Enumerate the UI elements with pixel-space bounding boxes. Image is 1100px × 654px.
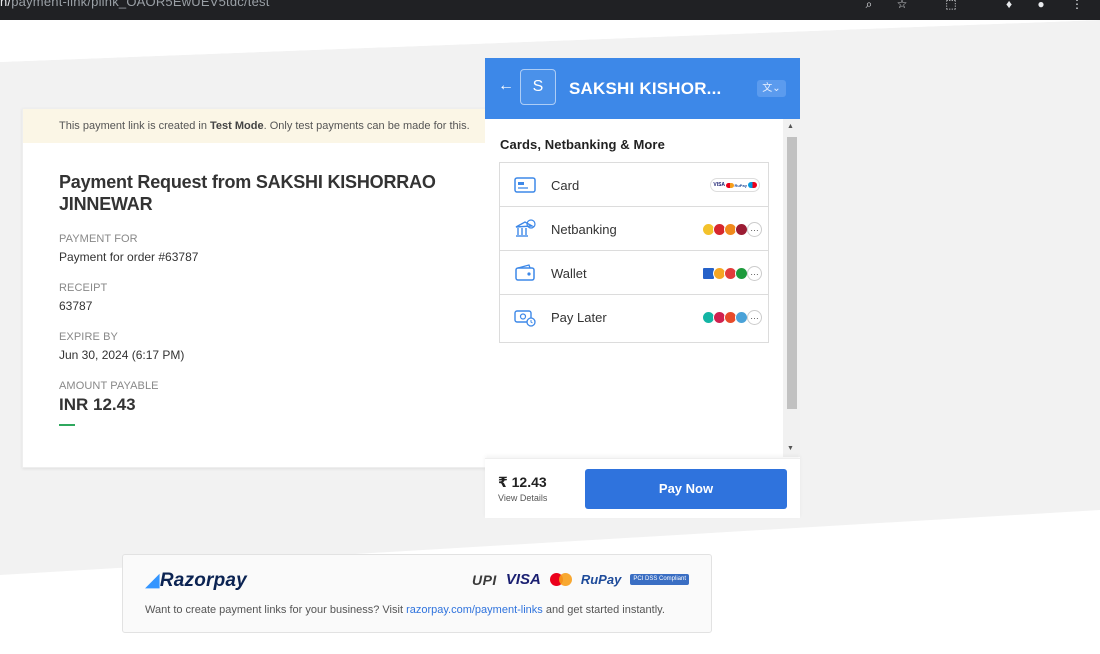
card-icon — [514, 177, 536, 193]
field-label: EXPIRE BY — [59, 331, 118, 343]
checkout-panel: ← S SAKSHI KISHOR... 文⌄ Cards, Netbankin… — [485, 58, 800, 518]
bank-icon — [515, 219, 536, 237]
rupay-icon: RuPay — [734, 182, 747, 188]
card-network-logos: VISA RuPay — [710, 178, 760, 192]
view-details-link[interactable]: View Details — [498, 493, 547, 503]
razorpay-wordmark: Razorpay — [159, 570, 247, 591]
field-label: RECEIPT — [59, 282, 108, 294]
scrollbar-thumb[interactable] — [787, 137, 797, 409]
visa-icon: VISA — [713, 182, 726, 188]
payment-methods-area: Cards, Netbanking & More Card VISA RuPay — [485, 119, 783, 457]
visa-logo: VISA — [505, 571, 541, 588]
more-icon: … — [747, 222, 762, 237]
razorpay-footer: ◢Razorpay UPI VISA RuPay PCI DSS Complia… — [122, 554, 712, 633]
search-icon[interactable]: ⌕ — [862, 0, 876, 10]
arrow-left-icon[interactable]: ← — [498, 77, 514, 95]
payment-brands: UPI VISA RuPay PCI DSS Compliant — [472, 571, 689, 588]
tagline-prefix: Want to create payment links for your bu… — [145, 604, 407, 616]
mastercard-icon — [725, 182, 734, 188]
method-card[interactable]: Card VISA RuPay — [500, 163, 768, 207]
method-label: Wallet — [551, 266, 587, 281]
merchant-logo: S — [520, 69, 556, 105]
pay-now-button[interactable]: Pay Now — [585, 469, 787, 509]
address-bar[interactable]: n/payment-link/plink_OAOR5EwUEV5tdc/test — [0, 0, 270, 9]
translate-icon[interactable]: 文⌄ — [757, 80, 786, 97]
checkout-footer: ₹ 12.43 View Details Pay Now — [485, 458, 800, 518]
field-expire-by: EXPIRE BY Jun 30, 2024 (6:17 PM) — [59, 331, 491, 362]
field-receipt: RECEIPT 63787 — [59, 282, 491, 313]
payment-request-card: This payment link is created in Test Mod… — [22, 108, 492, 468]
amount-value: INR 12.43 — [59, 395, 136, 414]
test-mode-banner: This payment link is created in Test Mod… — [23, 109, 491, 143]
tagline-suffix: and get started instantly. — [542, 604, 665, 616]
profile-avatar-icon[interactable]: ● — [1034, 0, 1048, 10]
field-amount: AMOUNT PAYABLE INR 12.43 — [59, 380, 491, 426]
url-prefix: n/ — [0, 0, 12, 9]
menu-kebab-icon[interactable]: ⋮ — [1070, 0, 1084, 10]
scroll-up-icon[interactable]: ▲ — [787, 123, 794, 130]
field-value: Payment for order #63787 — [59, 250, 199, 264]
method-netbanking[interactable]: Netbanking … — [500, 207, 768, 251]
page-title: Payment Request from SAKSHI KISHORRAO JI… — [59, 172, 436, 214]
paylater-logos: … — [702, 309, 762, 326]
wallet-logos: … — [702, 265, 762, 282]
payment-methods-list: Card VISA RuPay Netbanking … Wallet … Pa… — [499, 162, 769, 343]
merchant-name: SAKSHI KISHOR... — [569, 79, 722, 98]
method-wallet[interactable]: Wallet … — [500, 251, 768, 295]
url-path: payment-link/plink_OAOR5EwUEV5tdc/test — [11, 0, 270, 9]
pci-dss-badge: PCI DSS Compliant — [630, 574, 689, 585]
share-icon[interactable]: ⬚ — [944, 0, 958, 10]
extension-icon[interactable]: ♦ — [1002, 0, 1016, 10]
razorpay-tagline: Want to create payment links for your bu… — [145, 604, 665, 616]
method-label: Card — [551, 178, 580, 193]
more-icon: … — [747, 266, 762, 281]
upi-logo: UPI — [471, 571, 497, 588]
accent-underline — [59, 424, 75, 426]
method-label: Netbanking — [551, 222, 617, 237]
section-title: Cards, Netbanking & More — [500, 137, 665, 152]
field-value: 63787 — [59, 299, 93, 313]
bank-logos: … — [702, 221, 762, 238]
banner-prefix: This payment link is created in — [59, 120, 211, 132]
field-payment-for: PAYMENT FOR Payment for order #63787 — [59, 233, 491, 264]
maestro-icon — [747, 182, 757, 188]
footer-amount: ₹ 12.43 — [498, 474, 547, 490]
field-label: AMOUNT PAYABLE — [59, 380, 159, 392]
mastercard-logo — [549, 573, 572, 586]
paylater-icon — [514, 310, 536, 327]
razorpay-mark-icon: ◢ — [145, 570, 160, 591]
wallet-icon — [515, 264, 535, 281]
field-value: Jun 30, 2024 (6:17 PM) — [59, 348, 185, 362]
payment-links-link[interactable]: razorpay.com/payment-links — [406, 604, 543, 616]
banner-suffix: . Only test payments can be made for thi… — [263, 120, 470, 132]
rupay-logo: RuPay — [580, 572, 622, 587]
razorpay-logo: ◢Razorpay — [145, 569, 247, 592]
method-label: Pay Later — [551, 310, 607, 325]
scrollbar[interactable]: ▲ ▼ — [783, 119, 800, 457]
checkout-header: ← S SAKSHI KISHOR... 文⌄ — [485, 58, 800, 119]
scroll-down-icon[interactable]: ▼ — [787, 445, 794, 452]
method-paylater[interactable]: Pay Later … — [500, 295, 768, 342]
field-label: PAYMENT FOR — [59, 233, 138, 245]
more-icon: … — [747, 310, 762, 325]
browser-toolbar: n/payment-link/plink_OAOR5EwUEV5tdc/test… — [0, 0, 1100, 20]
bookmark-star-icon[interactable]: ☆ — [895, 0, 909, 10]
banner-mode: Test Mode — [210, 120, 264, 132]
